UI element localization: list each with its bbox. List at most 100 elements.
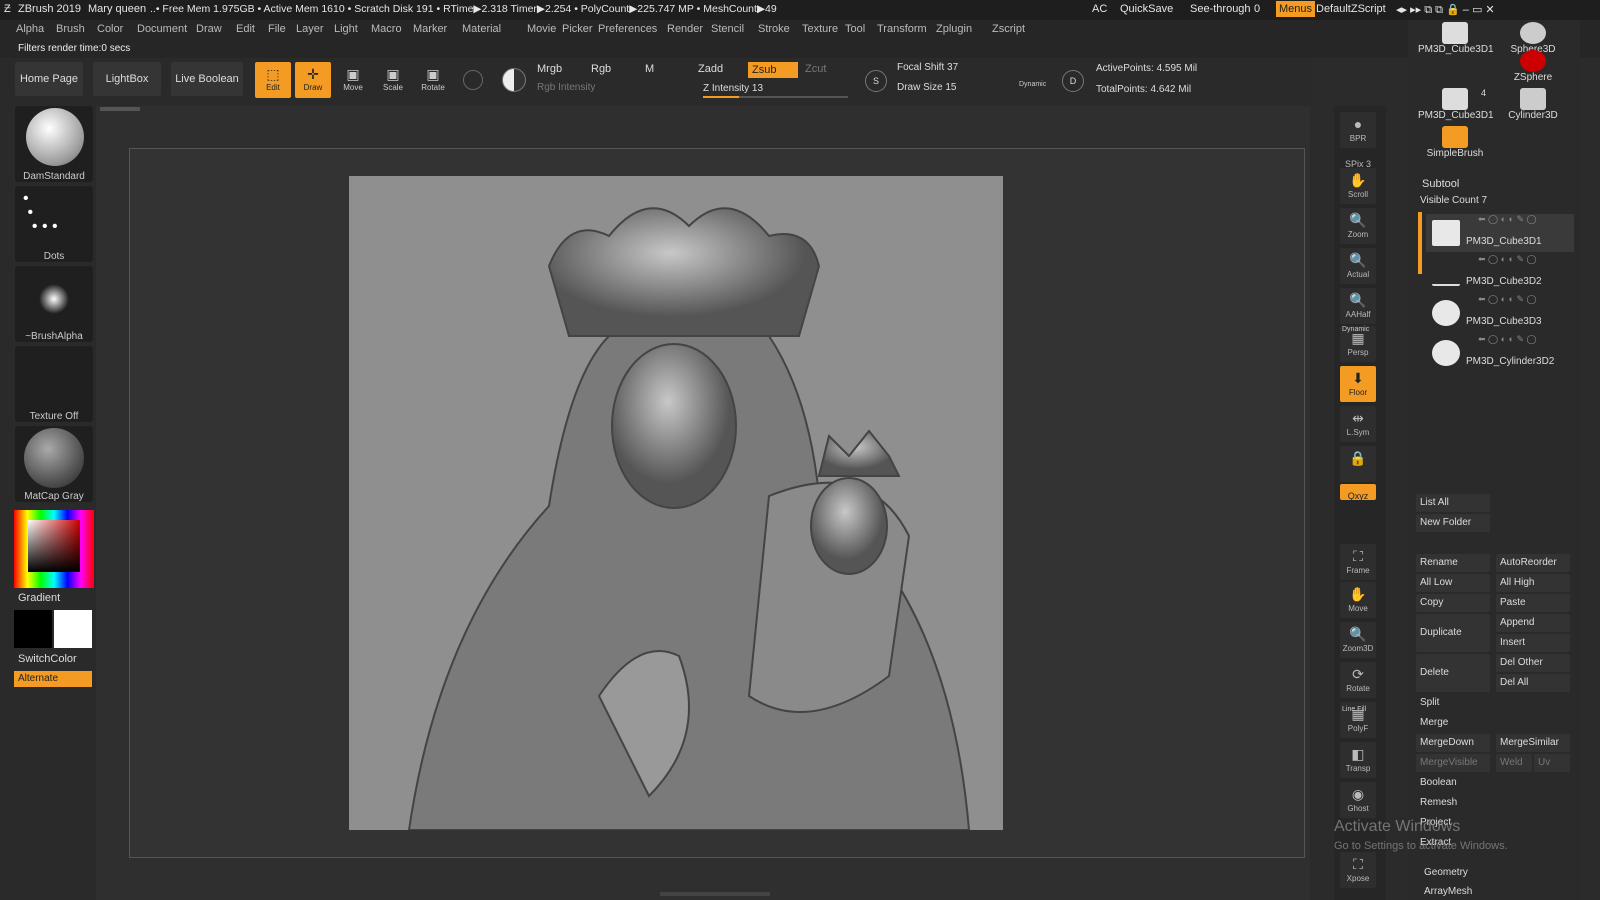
menu-transform[interactable]: Transform [877,23,927,35]
tool-transp[interactable]: ◧ Transp [1340,742,1376,778]
delete-button[interactable]: Delete [1416,654,1490,692]
z-intensity-slider[interactable]: Z Intensity 13 [703,83,763,94]
subtool-item[interactable]: ⬅ ◯ ◐ ◐ ✎ ◯ PM3D_Cylinder3D2 [1426,334,1574,372]
draw-mode-button[interactable]: ✛ Draw [295,62,331,98]
gizmo-icon[interactable] [463,70,483,90]
copy-button[interactable]: Copy [1416,594,1490,612]
color-square[interactable] [28,520,80,572]
menu-preferences[interactable]: Preferences [598,23,657,35]
allhigh-button[interactable]: All High [1496,574,1570,592]
listall-button[interactable]: List All [1416,494,1490,512]
menu-stencil[interactable]: Stencil [711,23,744,35]
tool-ghost[interactable]: ◉ Ghost [1340,782,1376,818]
lightbox-button[interactable]: LightBox [93,62,161,96]
subtool-scroll[interactable] [1418,212,1422,274]
home-page-button[interactable]: Home Page [15,62,83,96]
material-selector[interactable]: MatCap Gray [15,426,93,502]
menus-button[interactable]: Menus [1276,1,1316,17]
tool-thumb-simplebrush[interactable]: SimpleBrush [1418,126,1492,166]
tool-xpose[interactable]: ⛶ Xpose [1340,852,1376,888]
visible-count-slider[interactable]: Visible Count 7 [1420,195,1487,206]
menu-render[interactable]: Render [667,23,703,35]
menu-file[interactable]: File [268,23,286,35]
mrgb-button[interactable]: Mrgb [537,63,562,75]
subtool-item[interactable]: ⬅ ◯ ◐ ◐ ✎ ◯ PM3D_Cube3D3 [1426,294,1574,332]
tool-l-sym[interactable]: ⇹ L.Sym [1340,406,1376,442]
lazy-mouse-icon[interactable]: S [865,70,887,92]
weld-button[interactable]: Weld [1496,754,1532,772]
subtool-item[interactable]: ⬅ ◯ ◐ ◐ ✎ ◯ PM3D_Cube3D2 [1426,254,1574,292]
draw-size-slider[interactable]: Draw Size 15 [897,82,956,93]
append-button[interactable]: Append [1496,614,1570,632]
m-button[interactable]: M [645,63,654,75]
focal-shift-slider[interactable]: Focal Shift 37 [897,62,958,73]
merge-button[interactable]: Merge [1416,714,1570,732]
tool-scroll[interactable]: ✋ Scroll [1340,168,1376,204]
zsub-button[interactable]: Zsub [748,62,798,78]
menu-tool[interactable]: Tool [845,23,865,35]
paste-button[interactable]: Paste [1496,594,1570,612]
newfolder-button[interactable]: New Folder [1416,514,1490,532]
tool-thumb-cylinder3d[interactable]: Cylinder3D [1496,88,1570,128]
arraymesh-button[interactable]: ArrayMesh [1420,884,1574,900]
scale-mode-button[interactable]: ▣ Scale [375,62,411,98]
menu-zplugin[interactable]: Zplugin [936,23,972,35]
subtool-item[interactable]: ⬅ ◯ ◐ ◐ ✎ ◯ PM3D_Cube3D1 [1426,214,1574,252]
tool-qxyz[interactable]: Qxyz [1340,484,1376,501]
material-sphere-icon[interactable] [502,68,526,92]
sculpt-canvas[interactable] [349,176,1003,831]
tool-spix-3[interactable]: SPix 3 [1340,152,1376,169]
tool-zoom[interactable]: 🔍 Zoom [1340,208,1376,244]
tool-zoom3d[interactable]: 🔍 Zoom3D [1340,622,1376,658]
rgb-button[interactable]: Rgb [591,63,611,75]
delother-button[interactable]: Del Other [1496,654,1570,672]
stroke-selector[interactable]: • • • • • Dots [15,186,93,262]
rotate-mode-button[interactable]: ▣ Rotate [415,62,451,98]
menu-light[interactable]: Light [334,23,358,35]
tool-floor[interactable]: ⬇ Floor [1340,366,1376,402]
subtool-toggles-icon[interactable]: ⬅ ◯ ◐ ◐ ✎ ◯ [1478,334,1537,345]
tool-thumb-pm3d_cube3d1[interactable]: PM3D_Cube3D1 4 [1418,88,1494,128]
autoreorder-button[interactable]: AutoReorder [1496,554,1570,572]
tool-frame[interactable]: ⛶ Frame [1340,544,1376,580]
default-zscript-button[interactable]: DefaultZScript [1316,3,1386,15]
menu-movie[interactable]: Movie [527,23,556,35]
live-boolean-button[interactable]: Live Boolean [171,62,243,96]
insert-button[interactable]: Insert [1496,634,1570,652]
zadd-button[interactable]: Zadd [698,63,723,75]
tool--[interactable]: 🔒 [1340,446,1376,482]
alpha-selector[interactable]: ~BrushAlpha [15,266,93,342]
menu-picker[interactable]: Picker [562,23,593,35]
rgb-intensity-slider[interactable]: Rgb Intensity [537,82,595,93]
menu-document[interactable]: Document [137,23,187,35]
duplicate-button[interactable]: Duplicate [1416,614,1490,652]
menu-brush[interactable]: Brush [56,23,85,35]
zcut-button[interactable]: Zcut [805,63,826,75]
menu-layer[interactable]: Layer [296,23,324,35]
uv-button[interactable]: Uv [1534,754,1570,772]
menu-stroke[interactable]: Stroke [758,23,790,35]
viewport-scrollbar[interactable] [100,107,140,111]
tool-rotate[interactable]: ⟳ Rotate [1340,662,1376,698]
mergedown-button[interactable]: MergeDown [1416,734,1490,752]
primary-color-swatch[interactable] [54,610,92,648]
menu-alpha[interactable]: Alpha [16,23,44,35]
boolean-button[interactable]: Boolean [1416,774,1570,792]
bottom-tray-handle[interactable] [660,892,770,896]
mergesimilar-button[interactable]: MergeSimilar [1496,734,1570,752]
menu-zscript[interactable]: Zscript [992,23,1025,35]
alllow-button[interactable]: All Low [1416,574,1490,592]
color-picker[interactable] [14,510,94,588]
menu-material[interactable]: Material [462,23,501,35]
mergevisible-button[interactable]: MergeVisible [1416,754,1490,772]
tool-actual[interactable]: 🔍 Actual [1340,248,1376,284]
move-mode-button[interactable]: ▣ Move [335,62,371,98]
rename-button[interactable]: Rename [1416,554,1490,572]
edit-mode-button[interactable]: ⬚ Edit [255,62,291,98]
subtool-toggles-icon[interactable]: ⬅ ◯ ◐ ◐ ✎ ◯ [1478,214,1537,225]
geometry-button[interactable]: Geometry [1420,864,1574,882]
subtool-header[interactable]: Subtool [1422,178,1459,190]
menu-color[interactable]: Color [97,23,123,35]
delall-button[interactable]: Del All [1496,674,1570,692]
texture-selector[interactable]: Texture Off [15,346,93,422]
